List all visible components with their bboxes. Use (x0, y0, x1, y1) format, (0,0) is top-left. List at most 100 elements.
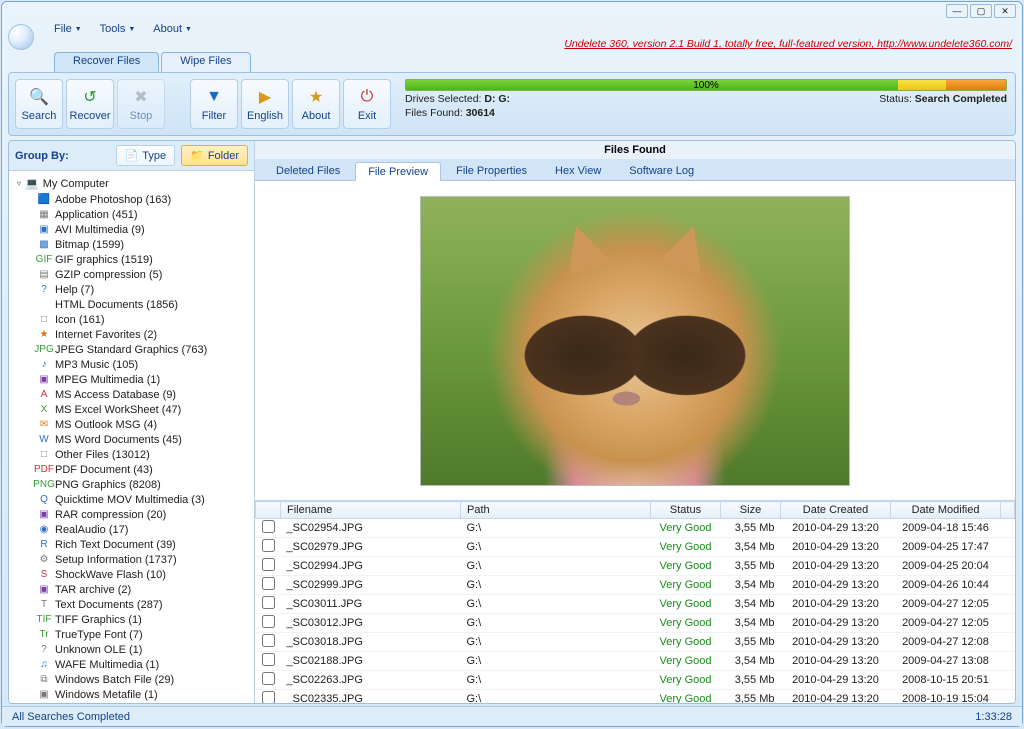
row-checkbox[interactable] (262, 596, 275, 609)
tree-item[interactable]: JPGJPEG Standard Graphics (763) (37, 342, 250, 357)
table-row[interactable]: _SC02263.JPGG:\Very Good3,55 Mb2010-04-2… (256, 671, 1015, 690)
col-filename[interactable]: Filename (281, 502, 461, 519)
table-row[interactable]: _SC02335.JPGG:\Very Good3,55 Mb2010-04-2… (256, 690, 1015, 704)
tree-item[interactable]: TrTrueType Font (7) (37, 627, 250, 642)
row-checkbox[interactable] (262, 691, 275, 703)
cell-status: Very Good (651, 576, 721, 595)
tree-item[interactable]: ▣MPEG Multimedia (1) (37, 372, 250, 387)
tree-root[interactable]: ▿ 💻 My Computer (17, 177, 250, 190)
tree-item[interactable]: ▦Application (451) (37, 207, 250, 222)
tree-item[interactable]: XMS Excel WorkSheet (47) (37, 402, 250, 417)
preview-area (255, 181, 1015, 501)
tree-item[interactable]: ▤GZIP compression (5) (37, 267, 250, 282)
tree-item[interactable]: ▣RAR compression (20) (37, 507, 250, 522)
row-checkbox[interactable] (262, 520, 275, 533)
search-button[interactable]: 🔍Search (15, 79, 63, 129)
tree-item[interactable]: RRich Text Document (39) (37, 537, 250, 552)
subtab-hex[interactable]: Hex View (542, 161, 614, 180)
table-row[interactable]: _SC02999.JPGG:\Very Good3,54 Mb2010-04-2… (256, 576, 1015, 595)
tree-item[interactable]: <>XML Documents (55) (37, 702, 250, 703)
table-row[interactable]: _SC02188.JPGG:\Very Good3,54 Mb2010-04-2… (256, 652, 1015, 671)
tree-item[interactable]: PDFPDF Document (43) (37, 462, 250, 477)
tree-item[interactable]: TIFTIFF Graphics (1) (37, 612, 250, 627)
tree-item[interactable]: HTML Documents (1856) (37, 297, 250, 312)
tree-item[interactable]: ▣Windows Metafile (1) (37, 687, 250, 702)
group-type-button[interactable]: 📄Type (116, 145, 176, 166)
tree-item[interactable]: □Icon (161) (37, 312, 250, 327)
menu-file[interactable]: File▼ (46, 22, 90, 36)
about-button[interactable]: ★About (292, 79, 340, 129)
cell-modified: 2009-04-27 13:08 (891, 652, 1001, 671)
status-label: Status: (879, 93, 912, 105)
language-button[interactable]: ▶English (241, 79, 289, 129)
tree-item[interactable]: ✉MS Outlook MSG (4) (37, 417, 250, 432)
tree-item[interactable]: ▩Bitmap (1599) (37, 237, 250, 252)
progress-block: 100% Drives Selected: D: G: Status: Sear… (401, 77, 1011, 121)
cell-created: 2010-04-29 13:20 (781, 538, 891, 557)
minimize-button[interactable]: — (946, 4, 968, 18)
tree-item[interactable]: □Other Files (13012) (37, 447, 250, 462)
table-row[interactable]: _SC02979.JPGG:\Very Good3,54 Mb2010-04-2… (256, 538, 1015, 557)
subtab-strip: Deleted Files File Preview File Properti… (255, 159, 1015, 181)
tree-item-label: GIF graphics (1519) (55, 254, 153, 266)
expand-icon[interactable]: ▿ (17, 179, 21, 188)
tree-item[interactable]: ⧉Windows Batch File (29) (37, 672, 250, 687)
tree-item[interactable]: ▣AVI Multimedia (9) (37, 222, 250, 237)
col-created[interactable]: Date Created (781, 502, 891, 519)
version-link[interactable]: Undelete 360, version 2.1 Build 1, total… (564, 38, 1012, 50)
tree-item-label: MS Excel WorkSheet (47) (55, 404, 181, 416)
subtab-preview[interactable]: File Preview (355, 162, 441, 181)
tree-item[interactable]: PNGPNG Graphics (8208) (37, 477, 250, 492)
tree-item[interactable]: ?Help (7) (37, 282, 250, 297)
tree-item[interactable]: ★Internet Favorites (2) (37, 327, 250, 342)
maximize-button[interactable]: ▢ (970, 4, 992, 18)
row-checkbox[interactable] (262, 672, 275, 685)
category-tree[interactable]: ▿ 💻 My Computer 🟦Adobe Photoshop (163)▦A… (9, 171, 254, 703)
tree-item[interactable]: SShockWave Flash (10) (37, 567, 250, 582)
table-row[interactable]: _SC03012.JPGG:\Very Good3,54 Mb2010-04-2… (256, 614, 1015, 633)
tree-item[interactable]: QQuicktime MOV Multimedia (3) (37, 492, 250, 507)
group-folder-button[interactable]: 📁Folder (181, 145, 248, 166)
row-checkbox[interactable] (262, 577, 275, 590)
tree-item[interactable]: ♫WAFE Multimedia (1) (37, 657, 250, 672)
filter-button[interactable]: ▼Filter (190, 79, 238, 129)
col-size[interactable]: Size (721, 502, 781, 519)
menu-about[interactable]: About▼ (145, 22, 200, 36)
table-row[interactable]: _SC03018.JPGG:\Very Good3,55 Mb2010-04-2… (256, 633, 1015, 652)
file-table-wrap[interactable]: Filename Path Status Size Date Created D… (255, 501, 1015, 703)
close-button[interactable]: ✕ (994, 4, 1016, 18)
tree-item[interactable]: WMS Word Documents (45) (37, 432, 250, 447)
tree-item[interactable]: 🟦Adobe Photoshop (163) (37, 192, 250, 207)
tree-item[interactable]: ▣TAR archive (2) (37, 582, 250, 597)
col-status[interactable]: Status (651, 502, 721, 519)
table-row[interactable]: _SC03011.JPGG:\Very Good3,54 Mb2010-04-2… (256, 595, 1015, 614)
tab-wipe-files[interactable]: Wipe Files (161, 52, 250, 72)
tree-item[interactable]: AMS Access Database (9) (37, 387, 250, 402)
tree-item[interactable]: ♪MP3 Music (105) (37, 357, 250, 372)
row-checkbox[interactable] (262, 539, 275, 552)
row-checkbox[interactable] (262, 558, 275, 571)
cell-status: Very Good (651, 614, 721, 633)
col-checkbox[interactable] (256, 502, 281, 519)
menu-tools[interactable]: Tools▼ (92, 22, 144, 36)
filetype-icon: TIF (37, 614, 51, 626)
tree-item-label: Internet Favorites (2) (55, 329, 157, 341)
tab-recover-files[interactable]: Recover Files (54, 52, 159, 72)
tree-item[interactable]: ◉RealAudio (17) (37, 522, 250, 537)
exit-button[interactable]: ⏻Exit (343, 79, 391, 129)
col-modified[interactable]: Date Modified (891, 502, 1001, 519)
subtab-deleted[interactable]: Deleted Files (263, 161, 353, 180)
subtab-properties[interactable]: File Properties (443, 161, 540, 180)
recover-button[interactable]: ↺Recover (66, 79, 114, 129)
subtab-log[interactable]: Software Log (616, 161, 707, 180)
tree-item[interactable]: TText Documents (287) (37, 597, 250, 612)
table-row[interactable]: _SC02994.JPGG:\Very Good3,55 Mb2010-04-2… (256, 557, 1015, 576)
table-row[interactable]: _SC02954.JPGG:\Very Good3,55 Mb2010-04-2… (256, 519, 1015, 538)
tree-item[interactable]: GIFGIF graphics (1519) (37, 252, 250, 267)
row-checkbox[interactable] (262, 634, 275, 647)
col-path[interactable]: Path (461, 502, 651, 519)
tree-item[interactable]: ⚙Setup Information (1737) (37, 552, 250, 567)
row-checkbox[interactable] (262, 615, 275, 628)
tree-item[interactable]: ?Unknown OLE (1) (37, 642, 250, 657)
row-checkbox[interactable] (262, 653, 275, 666)
